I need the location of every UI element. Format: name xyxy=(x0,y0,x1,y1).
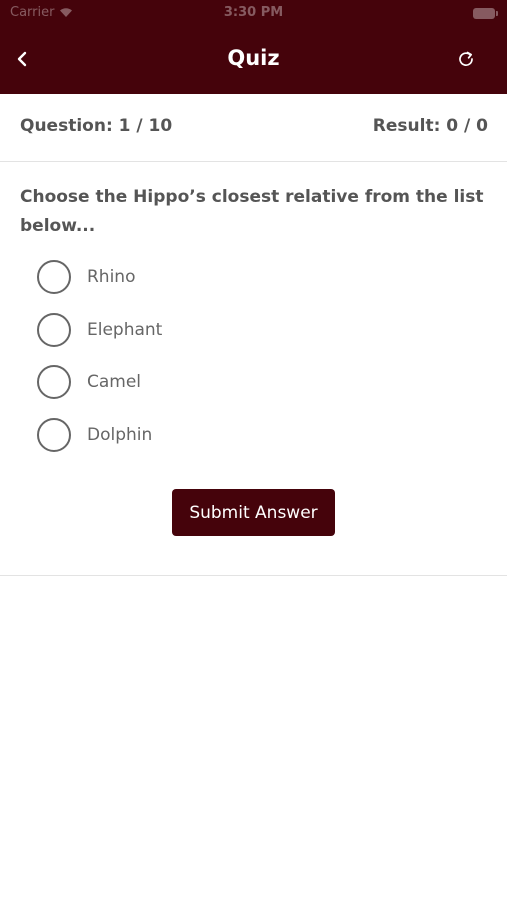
radio-button[interactable] xyxy=(37,260,71,294)
refresh-button[interactable] xyxy=(455,48,477,70)
result-counter: Result: 0 / 0 xyxy=(372,116,488,136)
quiz-progress-row: Question: 1 / 10 Result: 0 / 0 xyxy=(0,94,507,162)
status-bar: Carrier 3:30 PM xyxy=(0,0,507,28)
header-bar: Carrier 3:30 PM Quiz xyxy=(0,0,507,94)
option-label: Elephant xyxy=(87,320,163,340)
option-label: Rhino xyxy=(87,267,136,287)
refresh-icon xyxy=(459,51,473,67)
divider xyxy=(0,575,507,576)
answer-option-rhino[interactable]: Rhino xyxy=(37,259,136,295)
submit-answer-button[interactable]: Submit Answer xyxy=(172,489,335,536)
answer-option-dolphin[interactable]: Dolphin xyxy=(37,417,152,453)
radio-button[interactable] xyxy=(37,418,71,452)
page-title: Quiz xyxy=(227,46,280,70)
question-text: Choose the Hippo’s closest relative from… xyxy=(20,187,484,236)
radio-button[interactable] xyxy=(37,365,71,399)
radio-button[interactable] xyxy=(37,313,71,347)
option-label: Dolphin xyxy=(87,425,153,445)
battery-icon xyxy=(473,8,498,19)
question-counter: Question: 1 / 10 xyxy=(20,116,173,136)
answer-option-camel[interactable]: Camel xyxy=(37,364,141,400)
option-label: Camel xyxy=(87,372,142,392)
answer-option-elephant[interactable]: Elephant xyxy=(37,312,162,348)
status-time: 3:30 PM xyxy=(223,5,284,20)
